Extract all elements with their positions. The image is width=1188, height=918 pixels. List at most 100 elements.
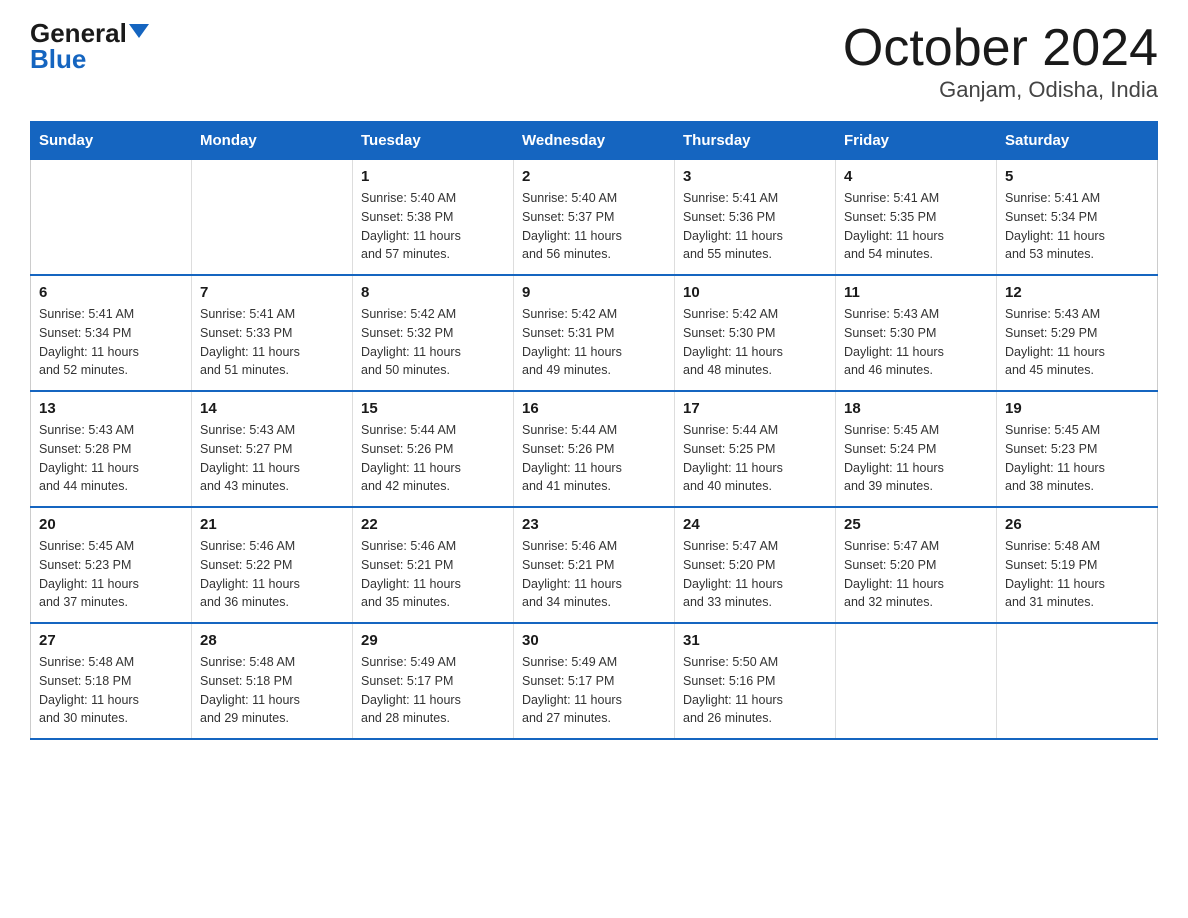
calendar-week-row: 6Sunrise: 5:41 AMSunset: 5:34 PMDaylight… [31,275,1158,391]
day-info: Sunrise: 5:40 AMSunset: 5:37 PMDaylight:… [522,189,666,264]
calendar-cell: 3Sunrise: 5:41 AMSunset: 5:36 PMDaylight… [675,160,836,276]
weekday-header-tuesday: Tuesday [353,122,514,160]
calendar-cell: 14 Sunrise: 5:43 AMSunset: 5:27 PMDayligh… [192,391,353,507]
day-number: 6 [39,284,183,301]
day-info: Sunrise: 5:50 AMSunset: 5:16 PMDaylight:… [683,653,827,728]
weekday-header-row: SundayMondayTuesdayWednesdayThursdayFrid… [31,122,1158,160]
calendar-cell: 27 Sunrise: 5:48 AMSunset: 5:18 PMDayligh… [31,623,192,739]
day-number: 16 [522,400,666,417]
day-number: 23 [522,516,666,533]
day-info: Sunrise: 5:45 AMSunset: 5:24 PMDaylight:… [844,421,988,496]
day-info: Sunrise: 5:46 AMSunset: 5:21 PMDaylight:… [522,537,666,612]
day-number: 13 [39,400,183,417]
page-title: October 2024 [843,20,1158,77]
day-number: 12 [1005,284,1149,301]
calendar-cell: 25 Sunrise: 5:47 AMSunset: 5:20 PMDayligh… [836,507,997,623]
day-number: 27 [39,632,183,649]
day-number: 19 [1005,400,1149,417]
calendar-cell: 19Sunrise: 5:45 AMSunset: 5:23 PMDayligh… [997,391,1158,507]
weekday-header-saturday: Saturday [997,122,1158,160]
calendar-cell: 29Sunrise: 5:49 AMSunset: 5:17 PMDayligh… [353,623,514,739]
calendar-cell: 24 Sunrise: 5:47 AMSunset: 5:20 PMDayligh… [675,507,836,623]
day-info: Sunrise: 5:43 AMSunset: 5:27 PMDaylight:… [200,421,344,496]
day-number: 10 [683,284,827,301]
day-number: 21 [200,516,344,533]
day-info: Sunrise: 5:47 AMSunset: 5:20 PMDaylight:… [844,537,988,612]
day-number: 25 [844,516,988,533]
day-info: Sunrise: 5:48 AMSunset: 5:18 PMDaylight:… [200,653,344,728]
day-info: Sunrise: 5:42 AMSunset: 5:30 PMDaylight:… [683,305,827,380]
calendar-cell: 18 Sunrise: 5:45 AMSunset: 5:24 PMDayligh… [836,391,997,507]
weekday-header-sunday: Sunday [31,122,192,160]
calendar-week-row: 20Sunrise: 5:45 AMSunset: 5:23 PMDayligh… [31,507,1158,623]
day-info: Sunrise: 5:43 AMSunset: 5:29 PMDaylight:… [1005,305,1149,380]
calendar-cell: 21 Sunrise: 5:46 AMSunset: 5:22 PMDayligh… [192,507,353,623]
day-info: Sunrise: 5:48 AMSunset: 5:18 PMDaylight:… [39,653,183,728]
weekday-header-thursday: Thursday [675,122,836,160]
day-info: Sunrise: 5:41 AMSunset: 5:34 PMDaylight:… [1005,189,1149,264]
calendar-cell: 8 Sunrise: 5:42 AMSunset: 5:32 PMDaylight… [353,275,514,391]
calendar-week-row: 1 Sunrise: 5:40 AMSunset: 5:38 PMDaylight… [31,160,1158,276]
day-number: 4 [844,168,988,185]
day-info: Sunrise: 5:44 AMSunset: 5:26 PMDaylight:… [361,421,505,496]
calendar-cell [192,160,353,276]
calendar-cell: 9 Sunrise: 5:42 AMSunset: 5:31 PMDaylight… [514,275,675,391]
weekday-header-wednesday: Wednesday [514,122,675,160]
day-info: Sunrise: 5:46 AMSunset: 5:22 PMDaylight:… [200,537,344,612]
logo-general: General [30,20,127,46]
calendar-cell: 5 Sunrise: 5:41 AMSunset: 5:34 PMDaylight… [997,160,1158,276]
day-info: Sunrise: 5:41 AMSunset: 5:36 PMDaylight:… [683,189,827,264]
day-number: 24 [683,516,827,533]
day-info: Sunrise: 5:44 AMSunset: 5:26 PMDaylight:… [522,421,666,496]
day-info: Sunrise: 5:46 AMSunset: 5:21 PMDaylight:… [361,537,505,612]
calendar-cell: 4Sunrise: 5:41 AMSunset: 5:35 PMDaylight… [836,160,997,276]
day-number: 5 [1005,168,1149,185]
page-subtitle: Ganjam, Odisha, India [843,77,1158,103]
weekday-header-monday: Monday [192,122,353,160]
title-block: October 2024 Ganjam, Odisha, India [843,20,1158,103]
day-info: Sunrise: 5:42 AMSunset: 5:32 PMDaylight:… [361,305,505,380]
day-number: 7 [200,284,344,301]
day-info: Sunrise: 5:43 AMSunset: 5:28 PMDaylight:… [39,421,183,496]
day-number: 14 [200,400,344,417]
day-info: Sunrise: 5:47 AMSunset: 5:20 PMDaylight:… [683,537,827,612]
calendar-cell [997,623,1158,739]
calendar-cell: 15 Sunrise: 5:44 AMSunset: 5:26 PMDayligh… [353,391,514,507]
logo-triangle-icon [129,24,149,38]
day-number: 26 [1005,516,1149,533]
day-number: 8 [361,284,505,301]
calendar-week-row: 27 Sunrise: 5:48 AMSunset: 5:18 PMDayligh… [31,623,1158,739]
day-number: 1 [361,168,505,185]
calendar-cell: 30Sunrise: 5:49 AMSunset: 5:17 PMDayligh… [514,623,675,739]
calendar-cell [31,160,192,276]
day-number: 9 [522,284,666,301]
calendar-cell: 6Sunrise: 5:41 AMSunset: 5:34 PMDaylight… [31,275,192,391]
day-info: Sunrise: 5:49 AMSunset: 5:17 PMDaylight:… [522,653,666,728]
day-number: 11 [844,284,988,301]
calendar-cell: 2 Sunrise: 5:40 AMSunset: 5:37 PMDaylight… [514,160,675,276]
calendar-cell: 17Sunrise: 5:44 AMSunset: 5:25 PMDayligh… [675,391,836,507]
day-info: Sunrise: 5:40 AMSunset: 5:38 PMDaylight:… [361,189,505,264]
day-info: Sunrise: 5:48 AMSunset: 5:19 PMDaylight:… [1005,537,1149,612]
day-number: 29 [361,632,505,649]
weekday-header-friday: Friday [836,122,997,160]
day-number: 18 [844,400,988,417]
day-info: Sunrise: 5:45 AMSunset: 5:23 PMDaylight:… [39,537,183,612]
calendar-cell [836,623,997,739]
day-number: 2 [522,168,666,185]
calendar-cell: 31Sunrise: 5:50 AMSunset: 5:16 PMDayligh… [675,623,836,739]
day-number: 22 [361,516,505,533]
calendar-cell: 7 Sunrise: 5:41 AMSunset: 5:33 PMDaylight… [192,275,353,391]
day-number: 15 [361,400,505,417]
calendar-cell: 12 Sunrise: 5:43 AMSunset: 5:29 PMDayligh… [997,275,1158,391]
calendar-cell: 1 Sunrise: 5:40 AMSunset: 5:38 PMDaylight… [353,160,514,276]
logo-blue: Blue [30,46,86,72]
day-info: Sunrise: 5:42 AMSunset: 5:31 PMDaylight:… [522,305,666,380]
day-number: 17 [683,400,827,417]
calendar-week-row: 13 Sunrise: 5:43 AMSunset: 5:28 PMDayligh… [31,391,1158,507]
day-info: Sunrise: 5:41 AMSunset: 5:33 PMDaylight:… [200,305,344,380]
calendar-cell: 11 Sunrise: 5:43 AMSunset: 5:30 PMDayligh… [836,275,997,391]
day-info: Sunrise: 5:43 AMSunset: 5:30 PMDaylight:… [844,305,988,380]
calendar-cell: 22 Sunrise: 5:46 AMSunset: 5:21 PMDayligh… [353,507,514,623]
calendar-cell: 16 Sunrise: 5:44 AMSunset: 5:26 PMDayligh… [514,391,675,507]
